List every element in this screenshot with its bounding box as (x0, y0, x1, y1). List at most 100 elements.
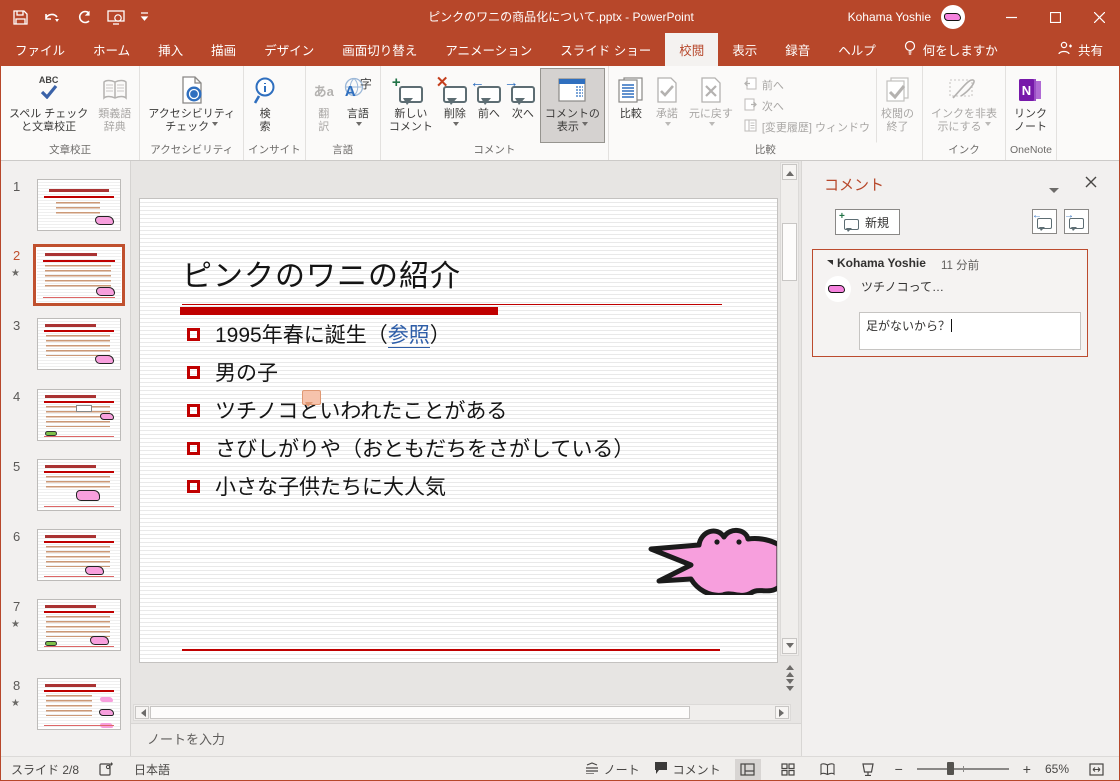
horizontal-scroll-thumb[interactable] (150, 706, 690, 719)
accessibility-check-button[interactable]: アクセシビリティ チェック (143, 68, 240, 143)
tab-view[interactable]: 表示 (718, 33, 771, 66)
reading-view-button[interactable] (815, 759, 841, 780)
next-comment-panel-button[interactable]: → (1064, 209, 1089, 234)
bullet-item-5[interactable]: 小さな子供たちに大人気 (187, 471, 446, 501)
start-slideshow-icon[interactable] (107, 10, 125, 25)
share-label: 共有 (1078, 40, 1103, 59)
account-avatar[interactable] (941, 5, 965, 29)
hyperlink-sansho[interactable]: 参照 (388, 324, 430, 348)
reviewing-pane-button[interactable]: [変更履歴] ウィンドウ (744, 119, 870, 135)
slide-sorter-view-button[interactable] (775, 759, 801, 780)
language-indicator[interactable]: 日本語 (134, 761, 170, 778)
tab-draw[interactable]: 描画 (197, 33, 250, 66)
group-label-insights: インサイト (244, 143, 305, 160)
smart-lookup-button[interactable]: 検 索 (247, 68, 283, 143)
comment-marker[interactable] (302, 390, 321, 405)
tab-recording[interactable]: 録音 (771, 33, 824, 66)
panel-close-icon[interactable] (1085, 175, 1097, 193)
show-comments-button[interactable]: コメントの 表示 (540, 68, 605, 143)
hide-ink-button[interactable]: インクを非表 示にする (926, 68, 1002, 143)
powerpoint-window: ピンクのワニの商品化について.pptx - PowerPoint Kohama … (0, 0, 1120, 781)
group-onenote: N リンク ノート OneNote (1006, 66, 1057, 160)
compare-button[interactable]: 比較 (612, 68, 650, 143)
spell-check-button[interactable]: ABC スペル チェック と文章校正 (4, 68, 93, 143)
tab-insert[interactable]: 挿入 (144, 33, 197, 66)
previous-change-button[interactable]: 前へ (744, 77, 870, 93)
next-comment-button[interactable]: → 次へ (506, 68, 540, 143)
tab-review[interactable]: 校閲 (665, 33, 718, 66)
zoom-in-button[interactable]: + (1023, 761, 1031, 777)
zoom-slider-thumb[interactable] (947, 762, 954, 775)
normal-view-button[interactable] (735, 759, 761, 780)
tab-animations[interactable]: アニメーション (431, 33, 546, 66)
scroll-right-arrow[interactable] (775, 706, 789, 719)
previous-slide-button[interactable] (781, 661, 799, 677)
share-button[interactable]: 共有 (1058, 33, 1120, 66)
slide-indicator[interactable]: スライド 2/8 (11, 761, 79, 778)
maximize-button[interactable] (1033, 1, 1077, 33)
customize-qat-icon[interactable] (140, 11, 149, 23)
group-label-onenote: OneNote (1006, 143, 1056, 160)
linked-notes-button[interactable]: N リンク ノート (1009, 68, 1052, 143)
previous-change-icon (744, 77, 757, 93)
translate-button[interactable]: あa 翻 訳 (309, 68, 339, 143)
close-button[interactable] (1077, 1, 1120, 33)
tab-transitions[interactable]: 画面切り替え (328, 33, 431, 66)
notes-placeholder[interactable]: ノートを入力 (131, 724, 801, 756)
fit-to-window-button[interactable] (1083, 759, 1109, 780)
save-icon[interactable] (13, 10, 28, 25)
new-comment-panel-button[interactable]: + 新規 (835, 209, 900, 235)
redo-icon[interactable] (76, 10, 92, 25)
end-review-button[interactable]: 校閲の 終了 (876, 68, 919, 143)
previous-comment-button[interactable]: ← 前へ (472, 68, 506, 143)
account-name[interactable]: Kohama Yoshie (848, 10, 931, 24)
croc-miniature (95, 355, 114, 364)
tab-design[interactable]: デザイン (250, 33, 328, 66)
notes-toggle[interactable]: ノート (585, 761, 640, 778)
vertical-scroll-thumb[interactable] (782, 223, 797, 281)
group-compare: 比較 承諾 元に戻す (609, 66, 923, 160)
slideshow-view-button[interactable] (855, 759, 881, 780)
bullet-item-2[interactable]: 男の子 (187, 357, 278, 387)
next-slide-button[interactable] (781, 679, 799, 695)
thesaurus-button[interactable]: 類義語 辞典 (93, 68, 136, 143)
animation-star: ★ (11, 698, 20, 709)
pink-crocodile-drawing[interactable] (647, 515, 778, 595)
tab-file[interactable]: ファイル (1, 33, 79, 66)
notes-pane[interactable]: ノートを入力 (131, 723, 801, 756)
zoom-level[interactable]: 65% (1045, 762, 1069, 776)
new-comment-button[interactable]: + 新しい コメント (384, 68, 438, 143)
tab-slideshow[interactable]: スライド ショー (546, 33, 665, 66)
scroll-down-arrow[interactable] (782, 638, 797, 654)
reply-input[interactable]: 足がないから？ (859, 312, 1081, 350)
zoom-out-button[interactable]: − (895, 761, 903, 777)
comments-panel: コメント + 新規 ← → Kohama Yoshie 11 分前 ツチノコって… (801, 161, 1120, 756)
collapse-thread-icon[interactable] (822, 260, 833, 265)
horizontal-scrollbar[interactable] (133, 704, 791, 721)
zoom-slider[interactable] (917, 768, 1009, 770)
next-change-button[interactable]: 次へ (744, 98, 870, 114)
scroll-up-arrow[interactable] (782, 164, 797, 180)
bullet-item-3[interactable]: ツチノコといわれたことがある (187, 395, 507, 425)
bullet-item-4[interactable]: さびしがりや（おともだちをさがしている） (187, 433, 634, 463)
reject-button[interactable]: 元に戻す (684, 68, 738, 143)
accessibility-status-icon[interactable] (99, 762, 114, 776)
delete-comment-button[interactable]: ✕ 削除 (438, 68, 472, 143)
panel-menu-icon[interactable] (1049, 181, 1059, 199)
tab-help[interactable]: ヘルプ (824, 33, 890, 66)
undo-icon[interactable] (43, 10, 61, 25)
tell-me-box[interactable]: 何をしますか (890, 33, 1012, 66)
accept-button[interactable]: 承諾 (650, 68, 684, 143)
language-button[interactable]: A字 言語 (339, 68, 377, 143)
bullet-item-1[interactable]: 1995年春に誕生（参照） (187, 319, 451, 349)
vertical-scrollbar[interactable] (780, 162, 799, 656)
scroll-left-arrow[interactable] (135, 706, 149, 719)
thumbnail-preview (37, 529, 121, 581)
minimize-button[interactable] (989, 1, 1033, 33)
previous-comment-panel-button[interactable]: ← (1032, 209, 1057, 234)
slide-canvas[interactable]: ピンクのワニの紹介 1995年春に誕生（参照） 男の子 ツチノコといわれたことが… (139, 198, 778, 663)
slide-title[interactable]: ピンクのワニの紹介 (182, 251, 461, 295)
comments-toggle[interactable]: コメント (654, 761, 721, 778)
tab-home[interactable]: ホーム (79, 33, 144, 66)
comment-thread-card[interactable]: Kohama Yoshie 11 分前 ツチノコって… 足がないから？ (812, 249, 1088, 357)
